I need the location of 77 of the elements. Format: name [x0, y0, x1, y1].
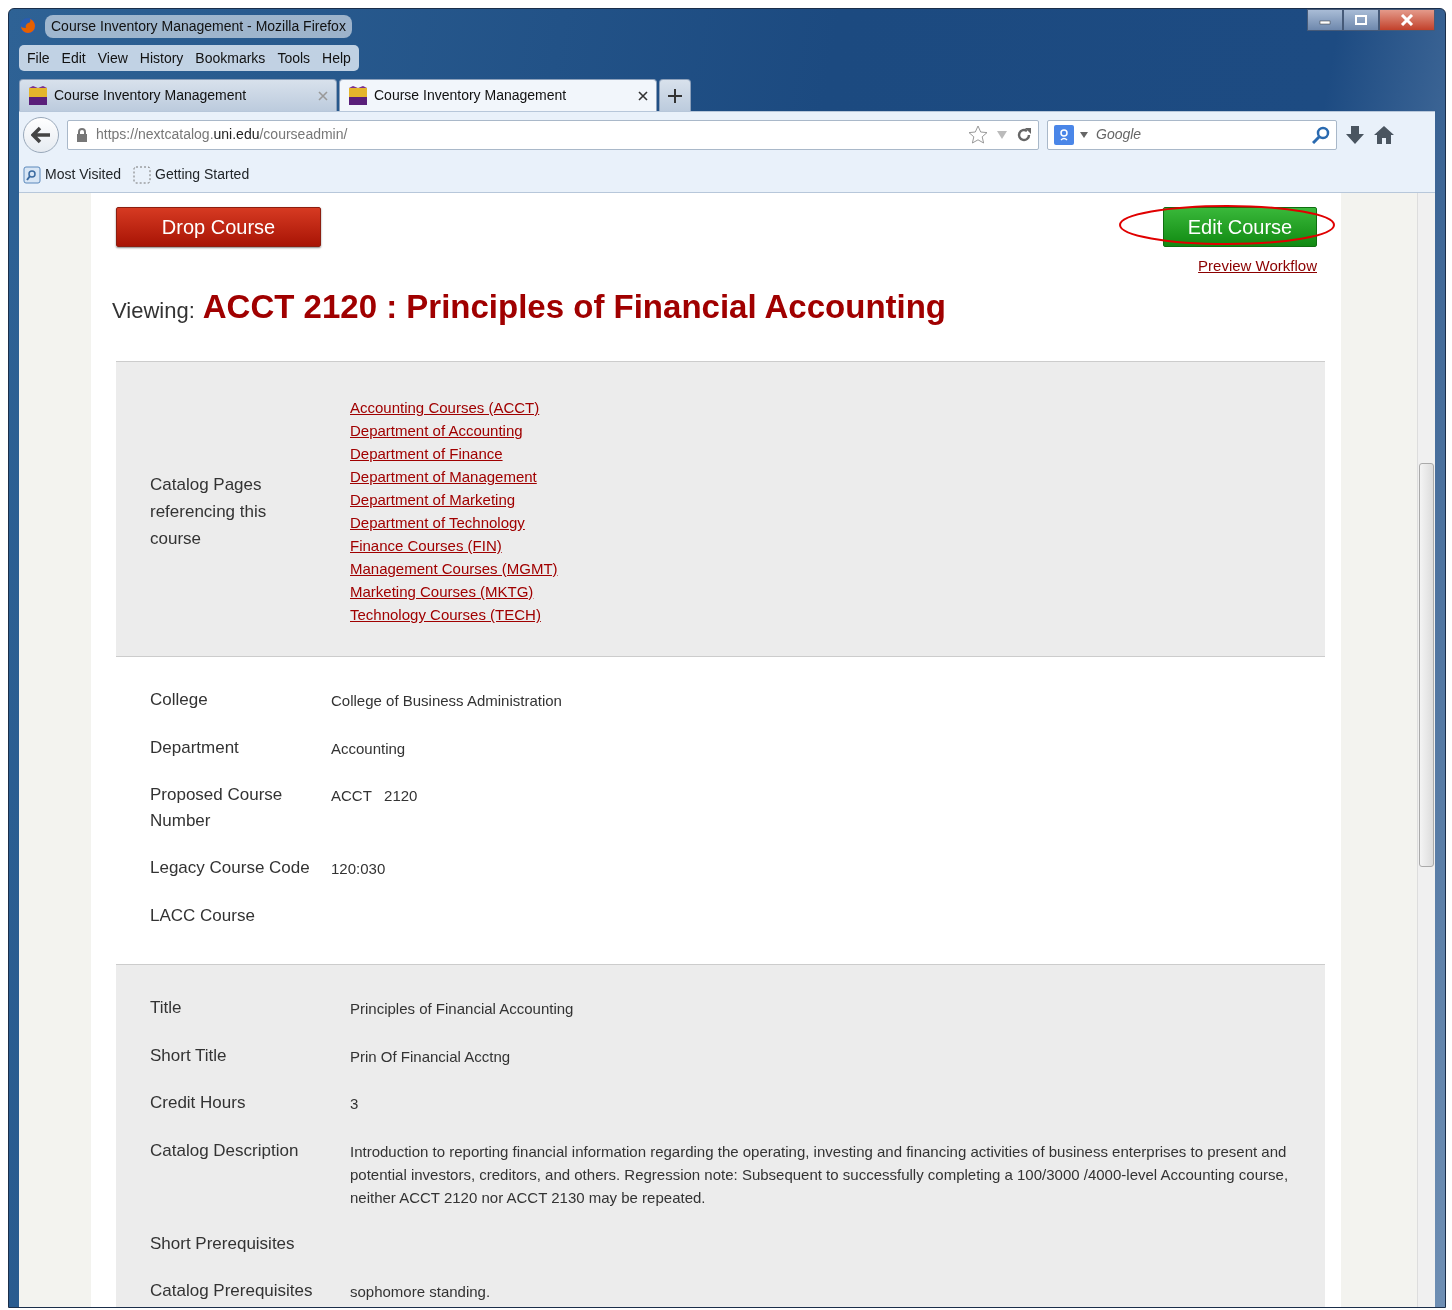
tab-close-icon[interactable]: [638, 90, 648, 101]
field-label: LACC Course: [150, 904, 256, 927]
browser-logo-icon: [19, 17, 37, 35]
field-value: Accounting: [331, 738, 406, 759]
field-label: Short Prerequisites: [150, 1232, 296, 1255]
address-bar[interactable]: https://nextcatalog.uni.edu/courseadmin/: [67, 119, 1039, 150]
menu-item[interactable]: Bookmarks: [189, 47, 272, 69]
bookmark-folder-icon: [23, 165, 41, 184]
page-placeholder-icon: [133, 165, 151, 184]
field-label: Catalog Description: [150, 1139, 300, 1162]
menu-item[interactable]: Edit: [55, 47, 92, 69]
field-label: Catalog Prerequisites: [150, 1280, 314, 1302]
bookmark-item[interactable]: Most Visited: [23, 164, 121, 185]
field-value: College of Business Administration: [331, 691, 562, 711]
close-button[interactable]: [1379, 9, 1435, 31]
search-box[interactable]: Google: [1047, 119, 1337, 150]
field-value: Principles of Financial Accounting: [350, 999, 574, 1019]
plus-icon: [668, 88, 682, 103]
bookmark-item[interactable]: Getting Started: [133, 164, 250, 185]
new-tab-button[interactable]: [659, 79, 691, 111]
field-value: Prin Of Financial Acctng: [350, 1046, 511, 1067]
catalog-page-link[interactable]: Department of Management: [350, 465, 537, 488]
field-label: Department: [150, 736, 240, 759]
download-icon[interactable]: [1345, 124, 1365, 145]
catalog-page-link[interactable]: Finance Courses (FIN): [350, 534, 502, 557]
site-logo-icon: [348, 85, 368, 106]
back-arrow-icon: [31, 125, 51, 144]
browser-tab[interactable]: Course Inventory Management: [19, 79, 337, 111]
menu-item[interactable]: Tools: [271, 47, 317, 69]
drop-course-button[interactable]: Drop Course: [116, 207, 321, 247]
dropdown-icon[interactable]: [1080, 131, 1088, 138]
catalog-page-link[interactable]: Department of Marketing: [350, 488, 516, 511]
field-label: College: [150, 689, 209, 711]
catalog-page-link[interactable]: Department of Technology: [350, 511, 525, 534]
tab-label: Course Inventory Management: [54, 86, 247, 105]
tab-label: Course Inventory Management: [374, 86, 567, 105]
menu-item[interactable]: History: [133, 47, 190, 69]
field-label: Title: [150, 997, 183, 1019]
home-icon[interactable]: [1373, 124, 1395, 145]
catalog-page-link[interactable]: Technology Courses (TECH): [350, 603, 541, 626]
heading-label: Viewing:: [112, 296, 195, 325]
search-engine-icon[interactable]: [1054, 124, 1074, 145]
catalog-page-link[interactable]: Department of Accounting: [350, 419, 523, 442]
star-icon[interactable]: [968, 124, 988, 145]
catalog-page-link[interactable]: Management Courses (MGMT): [350, 557, 558, 580]
preview-workflow-link[interactable]: Preview Workflow: [1198, 255, 1317, 278]
site-logo-icon: [28, 85, 48, 106]
url-text: https://nextcatalog.uni.edu/courseadmin/: [96, 125, 348, 144]
field-label: Proposed Course Number: [150, 784, 284, 832]
maximize-icon: [1355, 15, 1367, 25]
field-label: Short Title: [150, 1044, 228, 1067]
menu-item[interactable]: Help: [316, 47, 357, 69]
catalog-page-link[interactable]: Department of Finance: [350, 442, 503, 465]
lock-icon: [76, 127, 88, 142]
field-label: Credit Hours: [150, 1092, 247, 1114]
window-title: Course Inventory Management - Mozilla Firefox: [45, 14, 352, 38]
course-heading: ACCT 2120 : Principles of Financial Accounting: [202, 286, 946, 327]
scrollbar-thumb[interactable]: [1419, 463, 1434, 867]
search-icon[interactable]: [1312, 125, 1330, 144]
catalog-page-link[interactable]: Marketing Courses (MKTG): [350, 580, 534, 603]
menu-item[interactable]: View: [91, 47, 134, 69]
field-label: Catalog Pages referencing this course: [150, 473, 268, 550]
field-label: Legacy Course Code: [150, 857, 311, 879]
field-value: 120:030: [331, 859, 386, 879]
browser-tab[interactable]: Course Inventory Management: [339, 79, 657, 111]
scrollbar[interactable]: [1417, 193, 1435, 1307]
minimize-button[interactable]: [1307, 9, 1343, 31]
catalog-page-link[interactable]: Accounting Courses (ACCT): [350, 396, 540, 419]
field-value: ACCT 2120: [331, 786, 418, 806]
field-value: 3: [350, 1094, 359, 1114]
back-button[interactable]: [23, 116, 59, 153]
maximize-button[interactable]: [1343, 9, 1379, 31]
reload-icon[interactable]: [1016, 126, 1032, 143]
menu-item[interactable]: File: [21, 47, 56, 69]
field-value: sophomore standing.: [350, 1282, 491, 1302]
field-value: Introduction to reporting financial information regarding the operating, investing and financing activities of business enterprises to present and potential investors, creditors, and others. Regression note: Subsequent to successfully completing a 100/3000 /4000-level Accounting course, neither ACCT 2120 nor ACCT 2130 may be repeated.: [350, 1141, 1290, 1208]
close-icon: [1400, 14, 1414, 26]
